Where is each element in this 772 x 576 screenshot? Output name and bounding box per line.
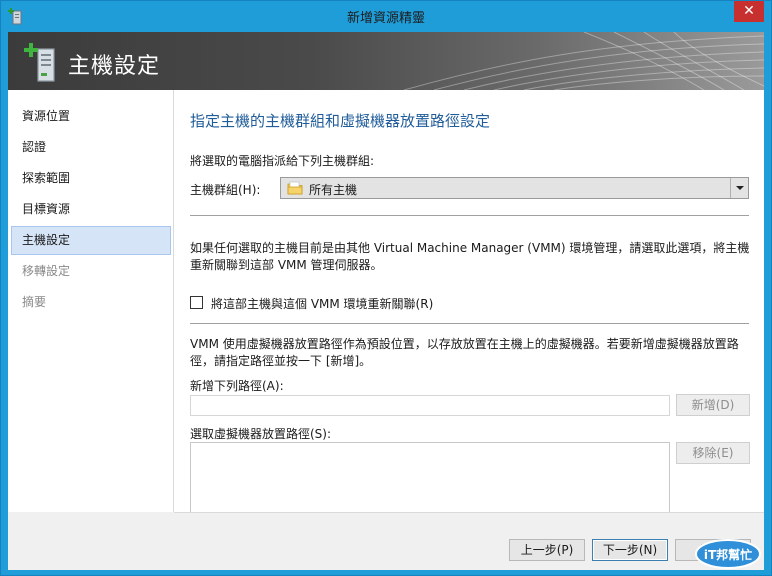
reassociate-description-line1: 如果任何選取的主機目前是由其他 Virtual Machine Manager … (190, 241, 750, 255)
assign-instruction: 將選取的電腦指派給下列主機群組: (190, 154, 375, 168)
header-banner: 主機設定 (8, 32, 764, 90)
banner-decoration (403, 32, 764, 90)
dropdown-arrow-button[interactable] (730, 178, 748, 198)
wizard-body: 主機設定 資源位置 認證 探索範圍 目標資源 主機設定 移轉設定 摘要 指定主機… (8, 32, 764, 570)
add-path-label: 新增下列路徑(A): (190, 379, 284, 393)
watermark-text: iT邦幫忙 (704, 547, 752, 562)
nav-item-host-settings[interactable]: 主機設定 (11, 226, 171, 255)
banner-title: 主機設定 (68, 54, 161, 79)
wizard-footer: 上一步(P) 下一步(N) 取消 (8, 512, 764, 570)
add-path-button[interactable]: 新增(D) (676, 394, 750, 416)
wizard-steps-nav: 資源位置 認證 探索範圍 目標資源 主機設定 移轉設定 摘要 (8, 90, 174, 570)
footer-divider (174, 512, 764, 513)
nav-item-target-resources[interactable]: 目標資源 (11, 195, 171, 224)
host-group-dropdown[interactable]: 所有主機 (280, 177, 749, 199)
close-button[interactable]: ✕ (734, 1, 764, 22)
page-heading: 指定主機的主機群組和虛擬機器放置路徑設定 (190, 112, 491, 130)
close-icon: ✕ (743, 3, 755, 19)
add-path-input[interactable] (190, 395, 670, 416)
remove-path-button[interactable]: 移除(E) (676, 442, 750, 464)
separator (190, 323, 749, 324)
host-group-label: 主機群組(H): (190, 183, 261, 197)
host-settings-panel: 指定主機的主機群組和虛擬機器放置路徑設定 將選取的電腦指派給下列主機群組: 主機… (174, 90, 764, 543)
select-paths-label: 選取虛擬機器放置路徑(S): (190, 427, 332, 441)
window-title: 新增資源精靈 (346, 11, 425, 26)
server-add-icon (24, 43, 55, 82)
next-button[interactable]: 下一步(N) (592, 539, 668, 561)
host-group-value: 所有主機 (309, 183, 358, 197)
nav-item-credentials[interactable]: 認證 (11, 133, 171, 162)
chevron-down-icon (736, 186, 744, 190)
reassociate-checkbox[interactable] (190, 296, 203, 309)
reassociate-checkbox-label[interactable]: 將這部主機與這個 VMM 環境重新關聯(R) (211, 295, 433, 312)
separator (190, 215, 749, 216)
title-bar[interactable]: 新增資源精靈 ✕ (1, 1, 771, 31)
wizard-window: 新增資源精靈 ✕ 主機設定 資源位置 認證 探索範圍 目標資源 主機設定 移轉設… (0, 0, 772, 576)
ithome-watermark-logo: iT邦幫忙 (695, 539, 761, 569)
nav-item-migration-settings: 移轉設定 (22, 264, 71, 278)
placement-description-line2: 徑，請指定路徑並按一下 [新增]。 (190, 354, 372, 368)
previous-button[interactable]: 上一步(P) (509, 539, 585, 561)
folder-icon (287, 181, 303, 195)
nav-item-summary: 摘要 (22, 295, 47, 309)
placement-description-line1: VMM 使用虛擬機器放置路徑作為預設位置，以存放放置在主機上的虛擬機器。若要新增… (190, 337, 739, 351)
reassociate-description-line2: 重新關聯到這部 VMM 管理伺服器。 (190, 258, 383, 272)
nav-item-discovery-scope[interactable]: 探索範圍 (11, 164, 171, 193)
nav-item-source-location[interactable]: 資源位置 (11, 102, 171, 131)
